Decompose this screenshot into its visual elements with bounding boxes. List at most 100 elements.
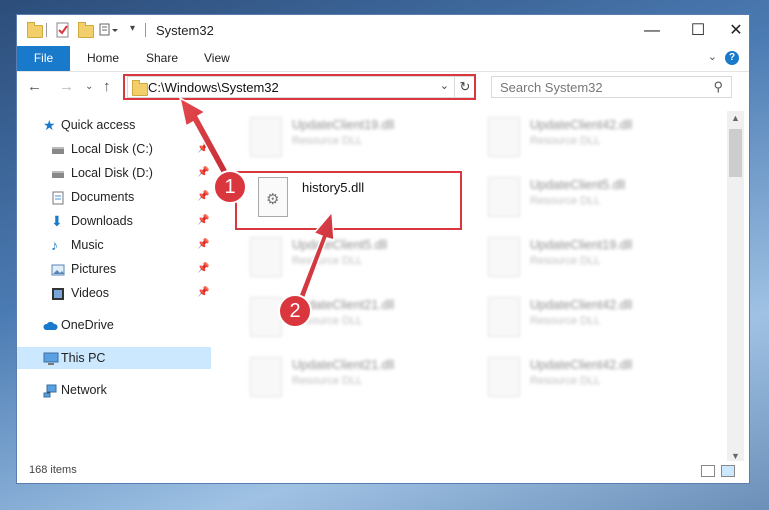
up-arrow-icon[interactable]: ↑	[103, 78, 111, 95]
sidebar-item-local-disk-d[interactable]: Local Disk (D:) 📌	[51, 162, 216, 184]
recent-locations-chevron-icon[interactable]: ⌄	[85, 81, 93, 92]
file-icon	[488, 357, 520, 397]
pin-icon[interactable]: 📌	[197, 258, 209, 280]
scroll-thumb[interactable]	[729, 129, 742, 177]
download-icon: ⬇	[51, 213, 63, 229]
sidebar-item-label: Local Disk (C:)	[71, 142, 153, 156]
file-type: Resource DLL	[530, 255, 601, 267]
file-item[interactable]: UpdateClient5.dll Resource DLL	[242, 231, 472, 283]
file-icon	[250, 357, 282, 397]
help-button[interactable]: ?	[725, 51, 739, 65]
tab-home[interactable]: Home	[87, 46, 119, 71]
search-input[interactable]: Search System32 ⚲	[491, 76, 732, 98]
sidebar-item-pictures[interactable]: Pictures 📌	[51, 258, 216, 280]
pin-icon[interactable]: 📌	[197, 234, 209, 256]
sidebar-item-label: Network	[61, 383, 107, 397]
file-name: UpdateClient42.dll	[530, 118, 633, 132]
file-name: UpdateClient42.dll	[530, 358, 633, 372]
file-icon	[488, 177, 520, 217]
file-item[interactable]: UpdateClient19.dll Resource DLL	[480, 231, 710, 283]
sidebar-item-label: Downloads	[71, 214, 133, 228]
tab-share[interactable]: Share	[146, 46, 178, 71]
file-item[interactable]: UpdateClient19.dll Resource DLL	[242, 111, 472, 163]
sidebar-item-local-disk-c[interactable]: Local Disk (C:) 📌	[51, 138, 216, 160]
ribbon: File Home Share View ⌄ ?	[17, 46, 749, 72]
address-highlight-box	[123, 74, 476, 100]
folder-icon[interactable]	[26, 22, 43, 38]
file-icon	[250, 117, 282, 157]
file-icon	[250, 237, 282, 277]
customize-icon[interactable]	[99, 22, 118, 38]
pin-icon[interactable]: 📌	[197, 162, 209, 184]
scroll-up-arrow-icon[interactable]: ▲	[727, 111, 744, 125]
file-item[interactable]: UpdateClient42.dll Resource DLL	[480, 111, 710, 163]
status-bar: 168 items	[17, 461, 749, 483]
file-icon	[488, 237, 520, 277]
pin-icon[interactable]: 📌	[197, 210, 209, 232]
sidebar-item-documents[interactable]: Documents 📌	[51, 186, 216, 208]
sidebar-item-music[interactable]: ♪ Music 📌	[51, 234, 216, 256]
separator	[145, 23, 146, 37]
file-name: UpdateClient19.dll	[292, 118, 395, 132]
tab-file[interactable]: File	[17, 46, 70, 71]
sidebar-item-videos[interactable]: Videos 📌	[51, 282, 216, 304]
forward-arrow-icon[interactable]: →	[59, 78, 74, 95]
pin-icon[interactable]: 📌	[197, 186, 209, 208]
vertical-scrollbar[interactable]: ▲ ▼	[727, 111, 744, 466]
file-type: Resource DLL	[530, 195, 601, 207]
sidebar-item-label: This PC	[61, 351, 106, 365]
tab-view[interactable]: View	[204, 46, 230, 71]
back-arrow-icon[interactable]: ←	[27, 78, 42, 95]
documents-icon	[51, 190, 65, 205]
file-type: Resource DLL	[292, 375, 363, 387]
sidebar-item-downloads[interactable]: ⬇ Downloads 📌	[51, 210, 216, 232]
details-view-icon[interactable]	[701, 465, 715, 477]
computer-icon	[43, 351, 59, 365]
file-type: Resource DLL	[530, 135, 601, 147]
file-type: Resource DLL	[292, 255, 363, 267]
search-placeholder: Search System32	[500, 80, 603, 95]
file-item[interactable]: UpdateClient21.dll Resource DLL	[242, 291, 472, 343]
file-name: UpdateClient5.dll	[292, 238, 388, 252]
sidebar-item-label: Videos	[71, 286, 109, 300]
item-count: 168 items	[29, 464, 77, 476]
file-icon	[250, 297, 282, 337]
sidebar-item-label: Music	[71, 238, 104, 252]
pictures-icon	[51, 262, 65, 276]
minimize-button[interactable]: —	[629, 15, 675, 46]
search-icon[interactable]: ⚲	[713, 79, 723, 95]
file-highlight-box	[235, 171, 462, 230]
step-1-badge: 1	[213, 170, 247, 204]
file-name: UpdateClient19.dll	[530, 238, 633, 252]
file-name: UpdateClient42.dll	[530, 298, 633, 312]
videos-icon	[51, 286, 65, 300]
navigation-pane: ★ Quick access Local Disk (C:) 📌 Local D…	[17, 107, 212, 467]
file-item[interactable]: UpdateClient5.dll Resource DLL	[480, 171, 710, 223]
new-folder-icon[interactable]	[77, 22, 94, 38]
file-name: UpdateClient21.dll	[292, 358, 395, 372]
drive-icon	[51, 166, 65, 180]
file-item[interactable]: UpdateClient42.dll Resource DLL	[480, 351, 710, 403]
cloud-icon	[43, 318, 58, 332]
file-item[interactable]: UpdateClient42.dll Resource DLL	[480, 291, 710, 343]
music-icon: ♪	[51, 237, 58, 253]
file-type: Resource DLL	[530, 375, 601, 387]
sidebar-item-label: Quick access	[61, 118, 136, 132]
pin-icon[interactable]: 📌	[197, 138, 209, 160]
file-icon	[488, 117, 520, 157]
maximize-button[interactable]: ☐	[675, 15, 721, 46]
large-icons-view-icon[interactable]	[721, 465, 735, 477]
sidebar-item-label: OneDrive	[61, 318, 114, 332]
network-icon	[43, 383, 57, 398]
close-button[interactable]: ✕	[721, 15, 749, 46]
file-item[interactable]: UpdateClient21.dll Resource DLL	[242, 351, 472, 403]
properties-icon[interactable]	[55, 22, 71, 38]
expand-ribbon-chevron-icon[interactable]: ⌄	[708, 50, 717, 63]
title-bar: ▾ System32 — ☐ ✕	[17, 15, 749, 46]
window-title: System32	[156, 23, 214, 38]
quick-access-dropdown-icon[interactable]: ▾	[130, 23, 146, 39]
file-name: UpdateClient5.dll	[530, 178, 626, 192]
star-icon: ★	[43, 117, 56, 133]
sidebar-item-label: Pictures	[71, 262, 117, 276]
pin-icon[interactable]: 📌	[197, 282, 209, 304]
